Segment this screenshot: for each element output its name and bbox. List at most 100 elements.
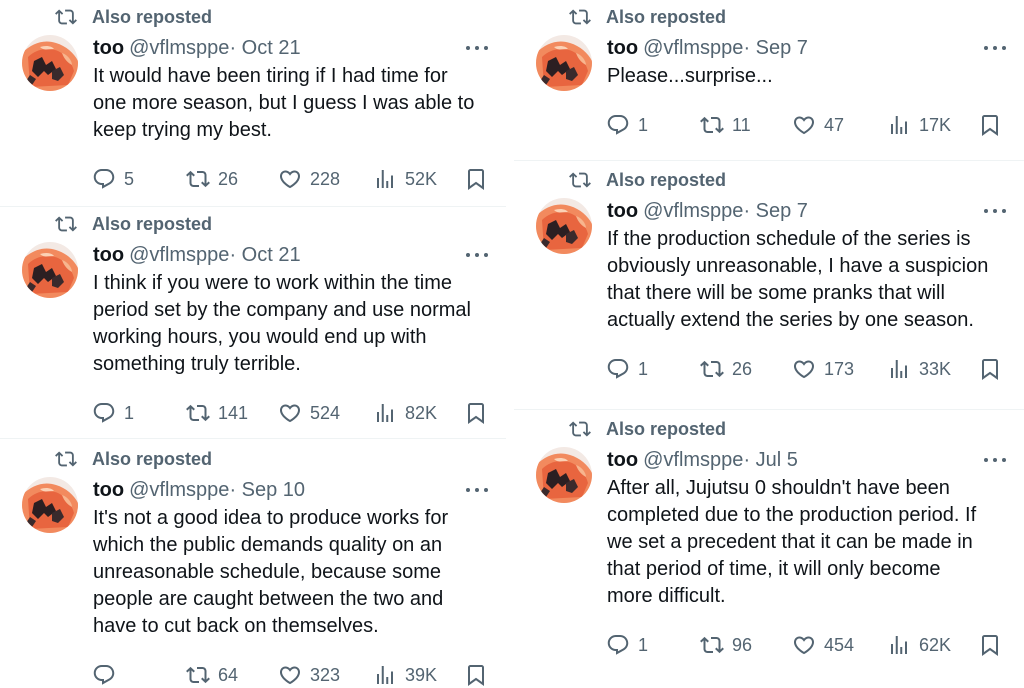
right-column: Also reposted too @vflmsppe · Sep 7 Please.… [514, 0, 1024, 682]
more-options-icon[interactable] [984, 458, 1006, 464]
views-count: 82K [405, 402, 438, 423]
tweet-card[interactable]: Also reposted too @vflmsppe · Oct 21 It wou… [0, 0, 506, 200]
reply-button[interactable]: 1 [92, 400, 134, 426]
avatar[interactable] [22, 242, 78, 298]
tweet-text-line: I think if you were to work within the t… [93, 272, 453, 294]
author-name[interactable]: too [607, 449, 638, 472]
repost-button[interactable]: 64 [186, 662, 238, 688]
like-button[interactable]: 173 [792, 356, 854, 382]
avatar[interactable] [22, 35, 78, 91]
author-handle[interactable]: @vflmsppe [643, 449, 743, 472]
reply-button[interactable]: 5 [92, 166, 134, 192]
views-button[interactable]: 52K [373, 166, 437, 192]
likes-count: 454 [824, 634, 855, 655]
like-button[interactable]: 524 [278, 400, 340, 426]
bookmark-button[interactable] [978, 356, 1002, 382]
tweet-text-line: keep trying my best. [93, 119, 272, 141]
bookmark-button[interactable] [464, 400, 488, 426]
reply-icon [606, 633, 630, 657]
avatar[interactable] [536, 198, 592, 254]
author-name[interactable]: too [607, 200, 638, 223]
bookmark-button[interactable] [978, 632, 1002, 658]
author-handle[interactable]: @vflmsppe [643, 37, 743, 60]
more-options-icon[interactable] [466, 488, 488, 494]
tweet-date[interactable]: · Sep 7 [743, 200, 807, 223]
reply-button[interactable] [92, 662, 124, 688]
more-options-icon[interactable] [984, 46, 1006, 52]
tweet-actions: 64 323 39K [92, 662, 490, 688]
tweet-date[interactable]: · Oct 21 [229, 244, 300, 267]
author-name[interactable]: too [93, 244, 124, 267]
bookmark-button[interactable] [978, 112, 1002, 138]
tweet-text-line: unreasonable schedule, because some [93, 561, 442, 583]
reply-icon [92, 167, 116, 191]
views-button[interactable]: 62K [887, 632, 951, 658]
replies-count: 1 [124, 402, 135, 423]
repost-context: Also reposted [55, 6, 212, 28]
bookmark-button[interactable] [464, 166, 488, 192]
tweet-divider [514, 409, 1024, 410]
author-handle[interactable]: @vflmsppe [643, 200, 743, 223]
tweet-text-line: working hours, you would end up with [93, 326, 427, 348]
reposts-count: 26 [218, 168, 239, 189]
author-handle[interactable]: @vflmsppe [129, 244, 229, 267]
bookmark-icon [978, 113, 1002, 137]
author-name[interactable]: too [607, 37, 638, 60]
tweet-text-line: that period of time, it will only become [607, 558, 941, 580]
more-options-icon[interactable] [466, 46, 488, 52]
repost-button[interactable]: 26 [700, 356, 752, 382]
tweet-text-line: After all, Jujutsu 0 shouldn't have been [607, 477, 950, 499]
avatar[interactable] [536, 447, 592, 503]
tweet-card[interactable]: Also reposted too @vflmsppe · Oct 21 I thin… [0, 207, 506, 407]
tweet-card[interactable]: Also reposted too @vflmsppe · Jul 5 After a… [514, 412, 1024, 612]
repost-label: Also reposted [92, 6, 213, 27]
avatar[interactable] [536, 35, 592, 91]
likes-count: 173 [824, 358, 855, 379]
views-button[interactable]: 39K [373, 662, 437, 688]
tweet-date[interactable]: · Sep 10 [229, 479, 305, 502]
views-icon [373, 401, 397, 425]
tweet-card[interactable]: Also reposted too @vflmsppe · Sep 10 It's n… [0, 442, 506, 642]
bookmark-button[interactable] [464, 662, 488, 688]
repost-icon [55, 213, 77, 235]
like-icon [278, 167, 302, 191]
views-button[interactable]: 82K [373, 400, 437, 426]
repost-button[interactable]: 11 [700, 112, 751, 138]
views-button[interactable]: 17K [887, 112, 951, 138]
repost-icon [569, 418, 591, 440]
more-options-icon[interactable] [466, 253, 488, 259]
tweet-actions: 1 96 454 62K [606, 632, 1008, 658]
tweet-date[interactable]: · Jul 5 [743, 449, 797, 472]
repost-button[interactable]: 26 [186, 166, 238, 192]
reply-button[interactable]: 1 [606, 112, 648, 138]
views-count: 62K [919, 634, 952, 655]
reply-button[interactable]: 1 [606, 356, 648, 382]
reply-icon [606, 113, 630, 137]
repost-button[interactable]: 96 [700, 632, 752, 658]
tweet-text-line: something truly terrible. [93, 353, 301, 375]
repost-icon [569, 6, 591, 28]
tweet-text-line: have to cut back on themselves. [93, 615, 379, 637]
author-handle[interactable]: @vflmsppe [129, 37, 229, 60]
views-button[interactable]: 33K [887, 356, 951, 382]
tweet-date[interactable]: · Sep 7 [743, 37, 807, 60]
like-button[interactable]: 228 [278, 166, 340, 192]
author-handle[interactable]: @vflmsppe [129, 479, 229, 502]
avatar[interactable] [22, 477, 78, 533]
bookmark-icon [464, 401, 488, 425]
tweet-date[interactable]: · Oct 21 [229, 37, 300, 60]
more-options-icon[interactable] [984, 209, 1006, 215]
repost-icon [186, 663, 210, 687]
tweet-card[interactable]: Also reposted too @vflmsppe · Sep 7 If the … [514, 163, 1024, 363]
author-name[interactable]: too [93, 37, 124, 60]
like-button[interactable]: 47 [792, 112, 844, 138]
like-button[interactable]: 454 [792, 632, 854, 658]
repost-label: Also reposted [606, 6, 727, 27]
repost-icon [700, 357, 724, 381]
views-icon [887, 113, 911, 137]
author-name[interactable]: too [93, 479, 124, 502]
tweet-text-line: we set a precedent that it can be made i… [607, 531, 973, 553]
like-button[interactable]: 323 [278, 662, 340, 688]
repost-button[interactable]: 141 [186, 400, 248, 426]
reply-button[interactable]: 1 [606, 632, 648, 658]
